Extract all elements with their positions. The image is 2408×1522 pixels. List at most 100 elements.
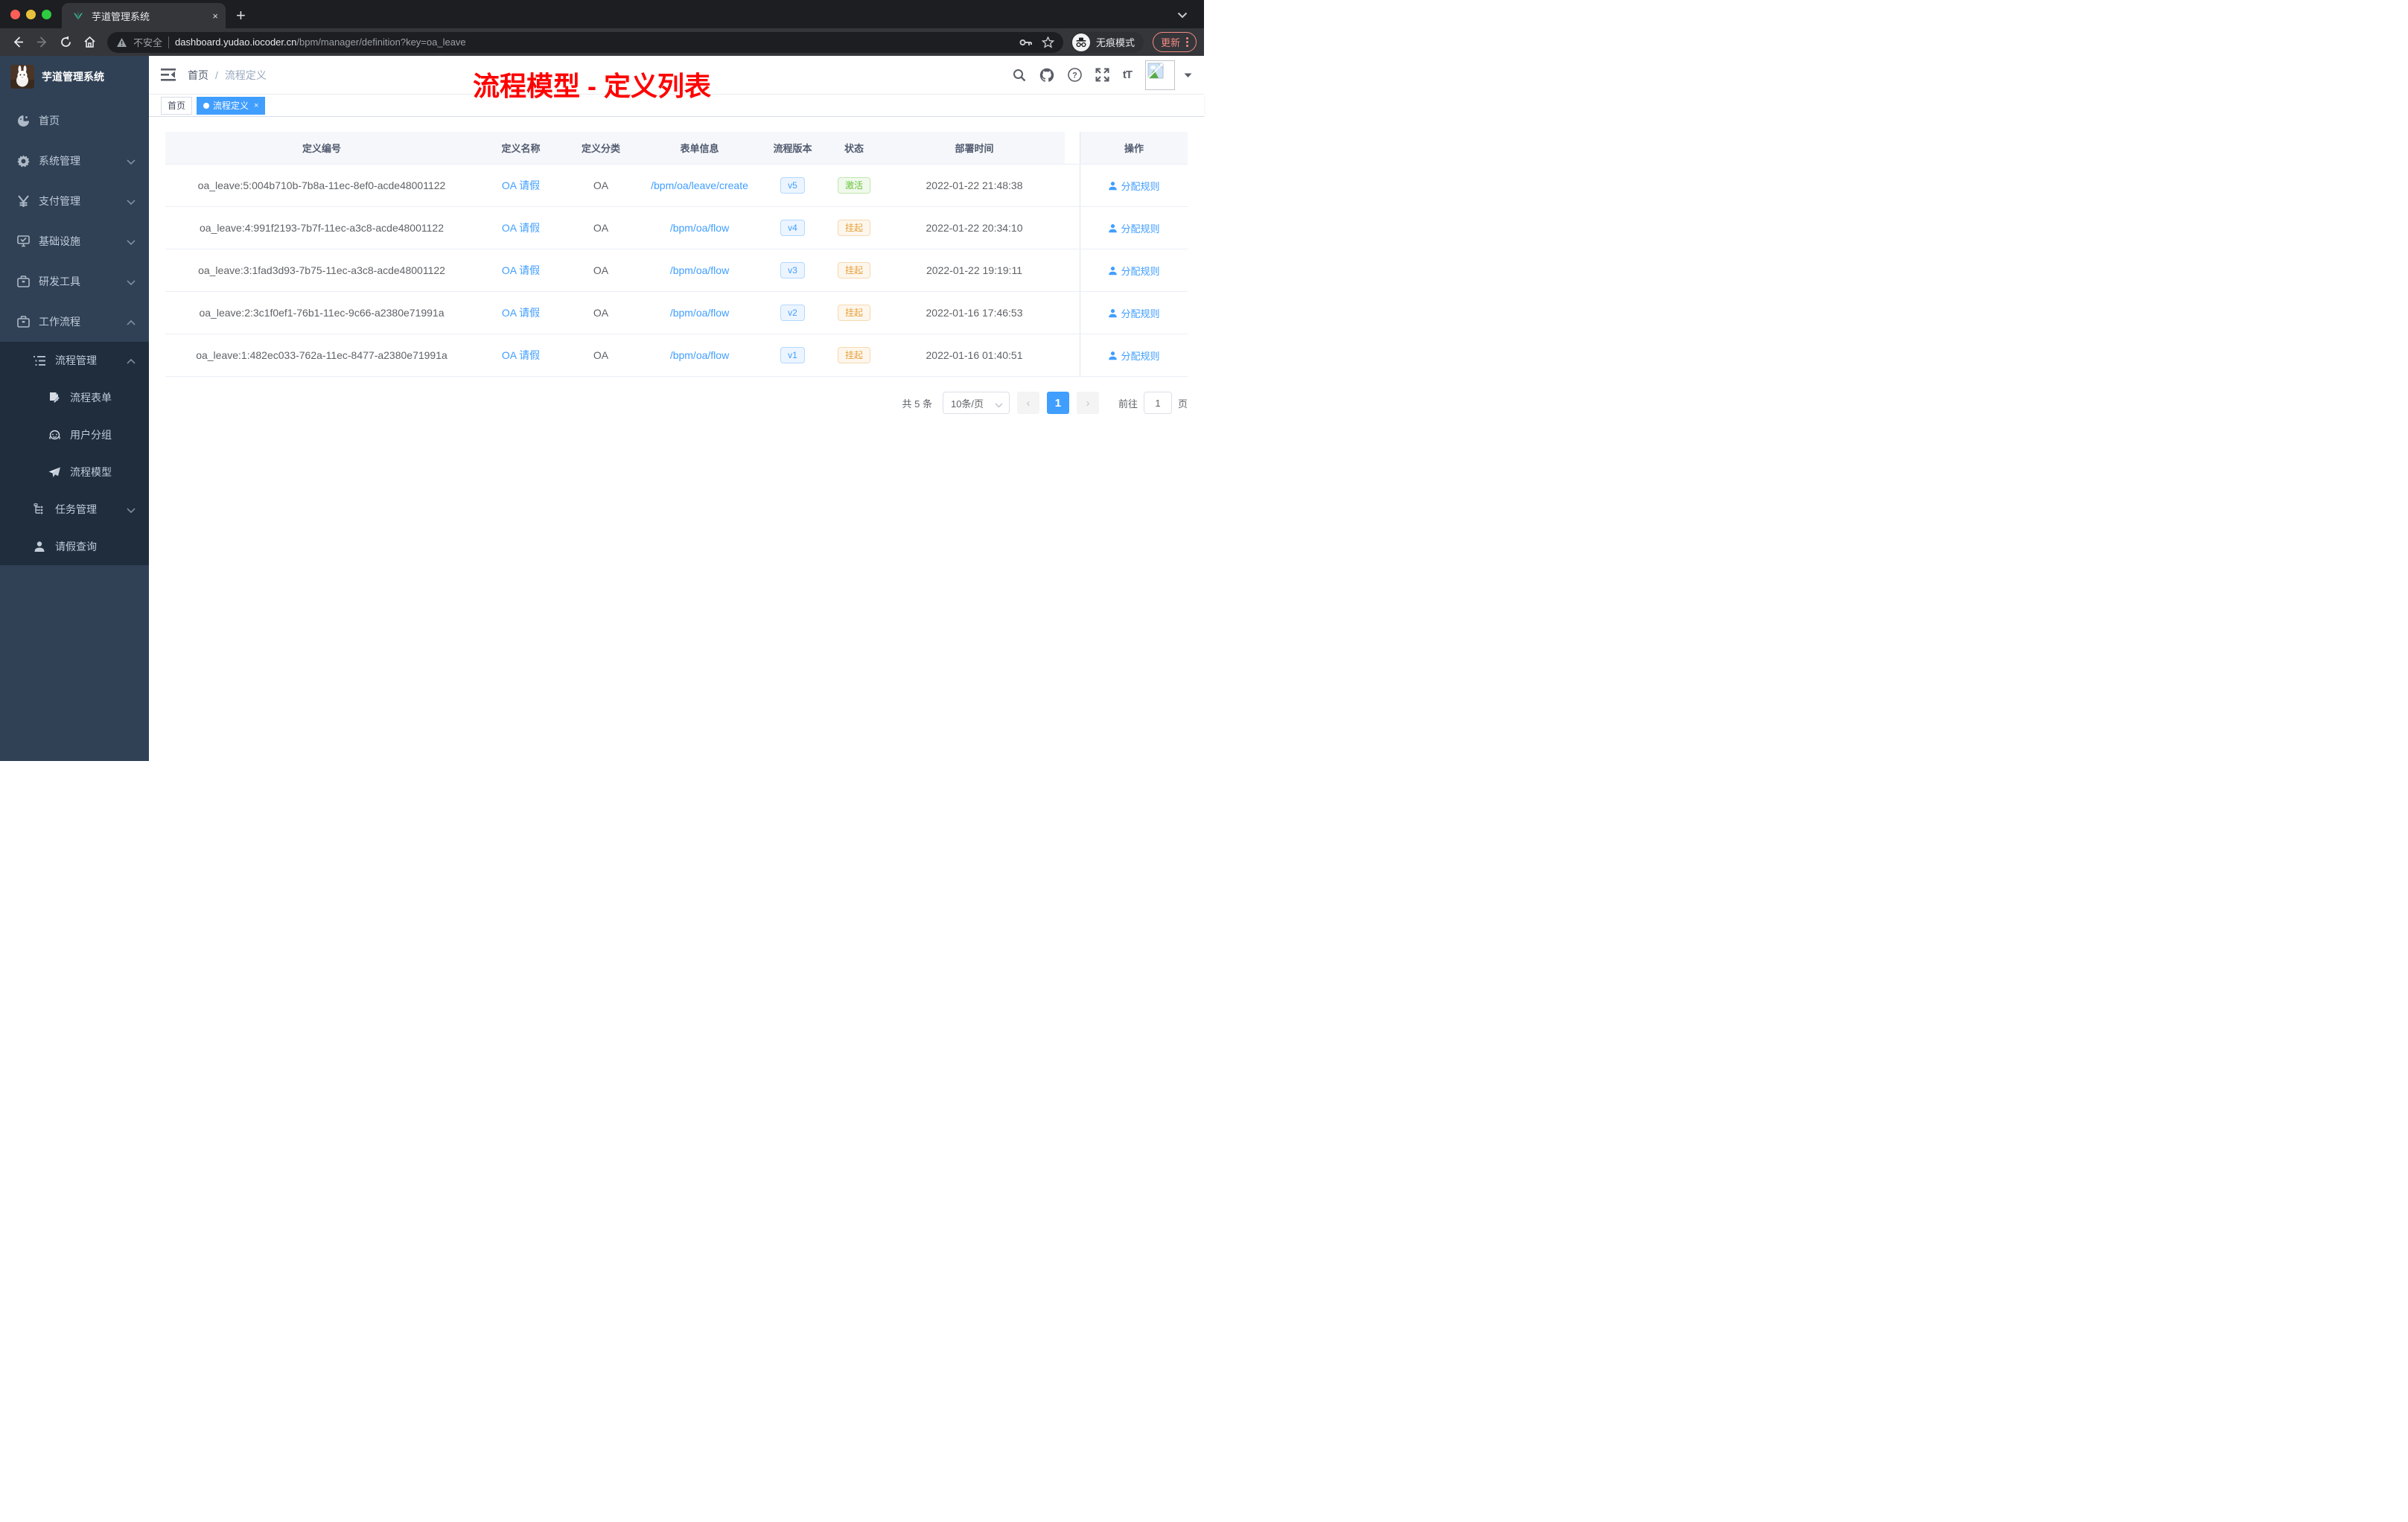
sidebar-item-user-group[interactable]: 用户分组 bbox=[0, 416, 149, 453]
table-header-row: 定义编号 定义名称 定义分类 表单信息 流程版本 状态 部署时间 操作 bbox=[165, 132, 1188, 165]
home-button[interactable] bbox=[79, 32, 100, 53]
avatar[interactable] bbox=[1145, 60, 1175, 90]
update-label: 更新 bbox=[1160, 37, 1180, 48]
column-header: 状态 bbox=[824, 132, 884, 164]
chevron-down-icon bbox=[127, 155, 136, 167]
sidebar-item-workflow[interactable]: 工作流程 bbox=[0, 302, 149, 342]
sidebar-item-task-management[interactable]: 任务管理 bbox=[0, 491, 149, 528]
sidebar-collapse-icon[interactable] bbox=[161, 69, 176, 81]
robot-face-icon bbox=[48, 430, 61, 441]
sidebar-item-process-management[interactable]: 流程管理 bbox=[0, 342, 149, 379]
form-link[interactable]: /bpm/oa/flow bbox=[670, 264, 729, 276]
column-header: 定义名称 bbox=[478, 132, 564, 164]
task-tree-icon bbox=[33, 503, 46, 515]
form-link[interactable]: /bpm/oa/flow bbox=[670, 349, 729, 361]
breadcrumb-home[interactable]: 首页 bbox=[188, 68, 208, 83]
prev-page-button[interactable]: ‹ bbox=[1016, 392, 1039, 414]
sidebar-item-payment[interactable]: 支付管理 bbox=[0, 181, 149, 221]
bookmark-star-icon[interactable] bbox=[1041, 36, 1054, 48]
github-icon[interactable] bbox=[1039, 68, 1054, 83]
incognito-icon bbox=[1071, 33, 1090, 51]
tab-title: 芋道管理系统 bbox=[92, 10, 150, 22]
page-content: 定义编号 定义名称 定义分类 表单信息 流程版本 状态 部署时间 操作 oa_l… bbox=[149, 117, 1204, 761]
close-window-button[interactable] bbox=[10, 9, 20, 19]
form-link[interactable]: /bpm/oa/leave/create bbox=[651, 179, 748, 191]
tag-home[interactable]: 首页 bbox=[161, 96, 193, 115]
tag-close-icon[interactable]: × bbox=[254, 101, 258, 110]
version-badge: v1 bbox=[780, 347, 805, 363]
form-link[interactable]: /bpm/oa/flow bbox=[670, 222, 729, 234]
deploy-time: 2022-01-22 20:34:10 bbox=[926, 222, 1023, 234]
current-page-button[interactable]: 1 bbox=[1046, 392, 1069, 414]
definition-name-link[interactable]: OA 请假 bbox=[502, 263, 540, 278]
next-page-button[interactable]: › bbox=[1076, 392, 1099, 414]
definition-category: OA bbox=[593, 307, 609, 319]
definition-name-link[interactable]: OA 请假 bbox=[502, 220, 540, 235]
monitor-icon bbox=[16, 235, 30, 247]
warning-triangle-icon[interactable] bbox=[116, 37, 127, 48]
table-row: oa_leave:1:482ec033-762a-11ec-8477-a2380… bbox=[165, 334, 1188, 377]
help-question-icon[interactable]: ? bbox=[1068, 68, 1082, 82]
assign-rule-link[interactable]: 分配规则 bbox=[1108, 264, 1160, 278]
maximize-window-button[interactable] bbox=[42, 9, 51, 19]
column-gap bbox=[1065, 249, 1080, 291]
sidebar-item-process-model[interactable]: 流程模型 bbox=[0, 453, 149, 491]
sidebar-item-leave-query[interactable]: 请假查询 bbox=[0, 528, 149, 565]
sidebar-item-dev-tools[interactable]: 研发工具 bbox=[0, 261, 149, 302]
sidebar-item-system[interactable]: 系统管理 bbox=[0, 141, 149, 181]
definition-name-link[interactable]: OA 请假 bbox=[502, 348, 540, 363]
main-area: 流程模型 - 定义列表 首页 / 流程定义 ? tT 首页 流程定义 × 定义编… bbox=[149, 56, 1204, 761]
reload-button[interactable] bbox=[55, 32, 76, 53]
incognito-label: 无痕模式 bbox=[1095, 37, 1135, 48]
back-button[interactable] bbox=[7, 32, 28, 53]
table-row: oa_leave:5:004b710b-7b8a-11ec-8ef0-acde4… bbox=[165, 165, 1188, 207]
avatar-dropdown-caret-icon[interactable] bbox=[1184, 69, 1192, 82]
svg-text:?: ? bbox=[1072, 71, 1077, 80]
font-size-icon[interactable]: tT bbox=[1123, 69, 1133, 81]
user-icon bbox=[33, 541, 46, 553]
assign-rule-link[interactable]: 分配规则 bbox=[1108, 221, 1160, 235]
browser-window: 芋道管理系统 × + 不安全 dashboard.yudao.iocoder.c… bbox=[0, 0, 1204, 761]
workflow-submenu: 流程管理 流程表单 用户分组 流程模型 任务管理 请假查询 bbox=[0, 342, 149, 565]
select-caret-icon bbox=[995, 399, 1003, 410]
form-link[interactable]: /bpm/oa/flow bbox=[670, 307, 729, 319]
definition-name-link[interactable]: OA 请假 bbox=[502, 305, 540, 320]
deploy-time: 2022-01-22 21:48:38 bbox=[926, 179, 1023, 191]
assign-rule-link[interactable]: 分配规则 bbox=[1108, 179, 1160, 193]
tag-process-definition[interactable]: 流程定义 × bbox=[197, 96, 266, 115]
version-badge: v2 bbox=[780, 305, 805, 321]
sidebar-item-infrastructure[interactable]: 基础设施 bbox=[0, 221, 149, 261]
sidebar-item-process-form[interactable]: 流程表单 bbox=[0, 379, 149, 416]
forward-button[interactable] bbox=[31, 32, 52, 53]
chevron-up-icon bbox=[127, 316, 136, 328]
chevron-down-icon bbox=[127, 276, 136, 287]
column-gap bbox=[1065, 165, 1080, 206]
browser-menu-kebab-icon[interactable] bbox=[1186, 37, 1188, 47]
incognito-chip[interactable]: 无痕模式 bbox=[1070, 31, 1144, 53]
new-tab-button[interactable]: + bbox=[236, 6, 246, 25]
key-icon[interactable] bbox=[1019, 39, 1033, 46]
assign-rule-link[interactable]: 分配规则 bbox=[1108, 348, 1160, 363]
deploy-time: 2022-01-22 19:19:11 bbox=[926, 264, 1022, 276]
fullscreen-icon[interactable] bbox=[1095, 68, 1109, 82]
goto-page-input[interactable] bbox=[1143, 392, 1172, 414]
assign-rule-link[interactable]: 分配规则 bbox=[1108, 306, 1160, 320]
url-bar[interactable]: 不安全 dashboard.yudao.iocoder.cn/bpm/manag… bbox=[107, 31, 1063, 53]
url-path: /bpm/manager/definition?key=oa_leave bbox=[296, 36, 466, 48]
browser-tab[interactable]: 芋道管理系统 × bbox=[62, 3, 226, 28]
definition-name-link[interactable]: OA 请假 bbox=[502, 178, 540, 193]
column-gap bbox=[1065, 292, 1080, 334]
minimize-window-button[interactable] bbox=[26, 9, 36, 19]
active-tag-dot bbox=[203, 102, 210, 109]
sidebar-item-home[interactable]: 首页 bbox=[0, 101, 149, 141]
search-icon[interactable] bbox=[1013, 69, 1026, 82]
sidebar-logo-row[interactable]: 芋道管理系统 bbox=[0, 56, 149, 98]
annotation-title: 流程模型 - 定义列表 bbox=[473, 71, 711, 101]
url-text: dashboard.yudao.iocoder.cn/bpm/manager/d… bbox=[175, 36, 1013, 48]
column-gap bbox=[1065, 132, 1080, 164]
tab-close-icon[interactable]: × bbox=[212, 10, 218, 22]
update-chip[interactable]: 更新 bbox=[1152, 32, 1197, 52]
page-size-select[interactable]: 10条/页 bbox=[942, 392, 1010, 414]
yen-icon bbox=[16, 194, 30, 208]
tab-search-caret-icon[interactable] bbox=[1177, 9, 1188, 22]
